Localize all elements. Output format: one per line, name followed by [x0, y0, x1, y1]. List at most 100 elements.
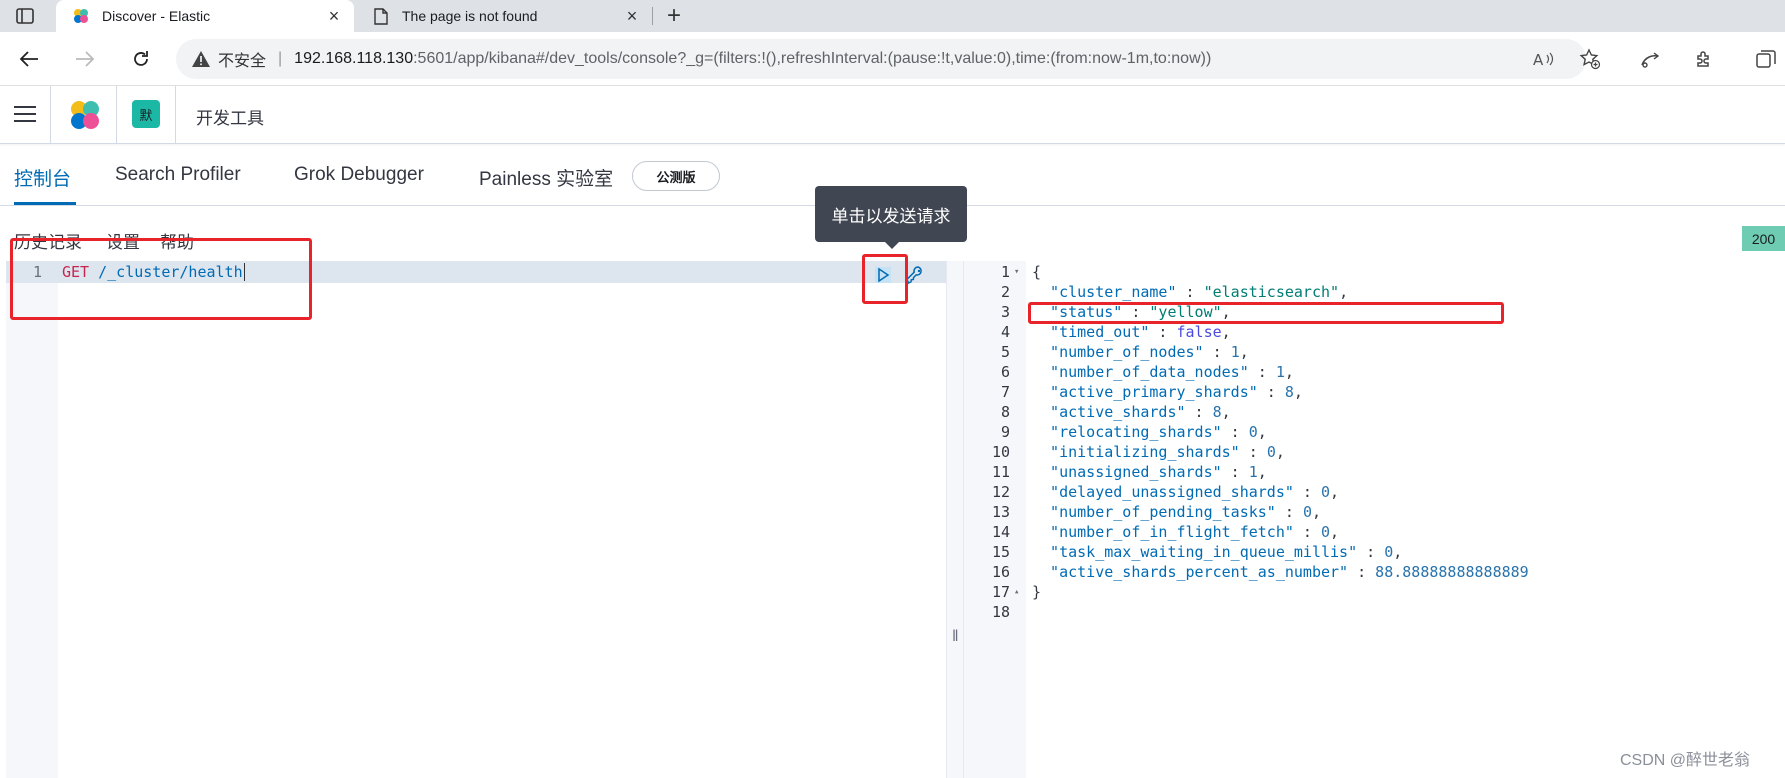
- space-avatar[interactable]: 默: [132, 100, 160, 128]
- kibana-logo-icon[interactable]: [68, 98, 102, 132]
- line-number: 6: [1000, 363, 1010, 381]
- tab-actions-icon[interactable]: [10, 5, 40, 27]
- tab-grok-debugger[interactable]: Grok Debugger: [294, 164, 424, 186]
- json-token: :: [1203, 343, 1231, 361]
- collections-icon[interactable]: [1752, 45, 1780, 73]
- highlight-request-box: [10, 238, 312, 320]
- json-token: "delayed_unassigned_shards": [1032, 483, 1294, 501]
- json-code: "initializing_shards" : 0,: [1032, 442, 1285, 462]
- json-code: "cluster_name" : "elasticsearch",: [1032, 282, 1348, 302]
- json-token: 8: [1212, 403, 1222, 421]
- json-token: ,: [1221, 403, 1231, 421]
- pane-resizer[interactable]: [946, 261, 964, 778]
- tab-console[interactable]: 控制台: [14, 164, 71, 191]
- json-token: "cluster_name": [1032, 283, 1177, 301]
- json-token: ,: [1393, 543, 1403, 561]
- json-token: :: [1185, 403, 1213, 421]
- response-line: 1 ▾ {: [964, 262, 1785, 282]
- forward-icon[interactable]: [70, 44, 100, 74]
- json-token: "relocating_shards": [1032, 423, 1222, 441]
- line-number: 14: [991, 523, 1010, 541]
- response-line: 13 "number_of_pending_tasks" : 0,: [964, 502, 1785, 522]
- send-request-tooltip: 单击以发送请求: [815, 186, 967, 242]
- response-line: 6 "number_of_data_nodes" : 1,: [964, 362, 1785, 382]
- json-code: "number_of_in_flight_fetch" : 0,: [1032, 522, 1339, 542]
- close-tab-icon[interactable]: ×: [622, 6, 642, 27]
- response-line: 12 "delayed_unassigned_shards" : 0,: [964, 482, 1785, 502]
- line-number: 4: [1000, 323, 1010, 341]
- warning-icon[interactable]: [190, 48, 212, 70]
- json-token: :: [1221, 463, 1249, 481]
- json-token: "number_of_pending_tasks": [1032, 503, 1276, 521]
- line-number: 1: [1000, 263, 1010, 281]
- tab-title: Discover - Elastic: [102, 8, 211, 24]
- line-number: 12: [991, 483, 1010, 501]
- json-token: :: [1149, 323, 1177, 341]
- json-code: "number_of_pending_tasks" : 0,: [1032, 502, 1321, 522]
- json-token: "unassigned_shards": [1032, 463, 1222, 481]
- json-token: ,: [1239, 343, 1249, 361]
- response-line: 10 "initializing_shards" : 0,: [964, 442, 1785, 462]
- line-number: 7: [1000, 383, 1010, 401]
- response-line: 7 "active_primary_shards" : 8,: [964, 382, 1785, 402]
- json-token: :: [1176, 283, 1204, 301]
- line-number: 3: [1000, 303, 1010, 321]
- response-line: 4 "timed_out" : false,: [964, 322, 1785, 342]
- read-aloud-icon[interactable]: A: [1530, 45, 1558, 73]
- tab-painless-lab[interactable]: Painless 实验室: [479, 164, 613, 191]
- json-code: "active_shards" : 8,: [1032, 402, 1231, 422]
- json-token: :: [1348, 563, 1376, 581]
- json-token: 0: [1321, 523, 1331, 541]
- menu-icon[interactable]: [14, 106, 36, 124]
- json-token: ,: [1330, 523, 1340, 541]
- extensions-icon[interactable]: [1690, 45, 1718, 73]
- json-token: "initializing_shards": [1032, 443, 1240, 461]
- json-token: "active_shards": [1032, 403, 1186, 421]
- address-bar[interactable]: 不安全 | 192.168.118.130 :5601/app/kibana#/…: [176, 39, 1586, 79]
- browser-tab-discover[interactable]: Discover - Elastic ×: [56, 0, 354, 32]
- json-token: ,: [1257, 463, 1267, 481]
- tab-title: The page is not found: [402, 8, 538, 24]
- json-token: ,: [1257, 423, 1267, 441]
- breadcrumb: 开发工具: [196, 109, 264, 128]
- json-code: "number_of_nodes" : 1,: [1032, 342, 1249, 362]
- document-icon: [372, 7, 390, 25]
- json-token: {: [1032, 263, 1042, 281]
- json-token: 8: [1284, 383, 1294, 401]
- browser-toolbar: 不安全 | 192.168.118.130 :5601/app/kibana#/…: [0, 32, 1785, 86]
- json-token: :: [1293, 483, 1321, 501]
- url-path: :5601/app/kibana#/dev_tools/console?_g=(…: [413, 50, 1212, 67]
- back-icon[interactable]: [14, 44, 44, 74]
- json-code: "active_shards_percent_as_number" : 88.8…: [1032, 562, 1529, 582]
- request-editor[interactable]: 1 GET /_cluster/health: [6, 261, 946, 778]
- json-token: 1: [1275, 363, 1285, 381]
- line-number: 17: [991, 583, 1010, 601]
- json-token: "active_primary_shards": [1032, 383, 1258, 401]
- json-token: ,: [1275, 443, 1285, 461]
- json-token: 1: [1230, 343, 1240, 361]
- highlight-status-line-box: [1028, 302, 1504, 324]
- json-token: 0: [1321, 483, 1331, 501]
- line-number: 13: [991, 503, 1010, 521]
- highlight-send-button-box: [862, 254, 908, 304]
- fold-toggle-icon[interactable]: ▴: [1014, 582, 1019, 602]
- active-tab-indicator: [14, 202, 76, 205]
- browser-tab-not-found[interactable]: The page is not found ×: [356, 0, 652, 32]
- tab-divider: [652, 7, 653, 25]
- new-tab-icon[interactable]: +: [662, 2, 686, 30]
- resize-handle-icon[interactable]: ‖: [952, 628, 959, 646]
- fold-toggle-icon[interactable]: ▾: [1014, 262, 1019, 282]
- line-number: 15: [991, 543, 1010, 561]
- json-token: "elasticsearch": [1203, 283, 1340, 301]
- json-code: "number_of_data_nodes" : 1,: [1032, 362, 1294, 382]
- response-line: 18: [964, 602, 1785, 622]
- line-number: 2: [1000, 283, 1010, 301]
- json-code: "active_primary_shards" : 8,: [1032, 382, 1303, 402]
- json-token: :: [1248, 363, 1276, 381]
- refresh-icon[interactable]: [126, 44, 156, 74]
- beta-badge: 公测版: [632, 161, 720, 191]
- performance-icon[interactable]: [1636, 45, 1664, 73]
- tab-search-profiler[interactable]: Search Profiler: [115, 164, 241, 186]
- favorite-add-icon[interactable]: [1576, 45, 1604, 73]
- close-tab-icon[interactable]: ×: [324, 6, 344, 27]
